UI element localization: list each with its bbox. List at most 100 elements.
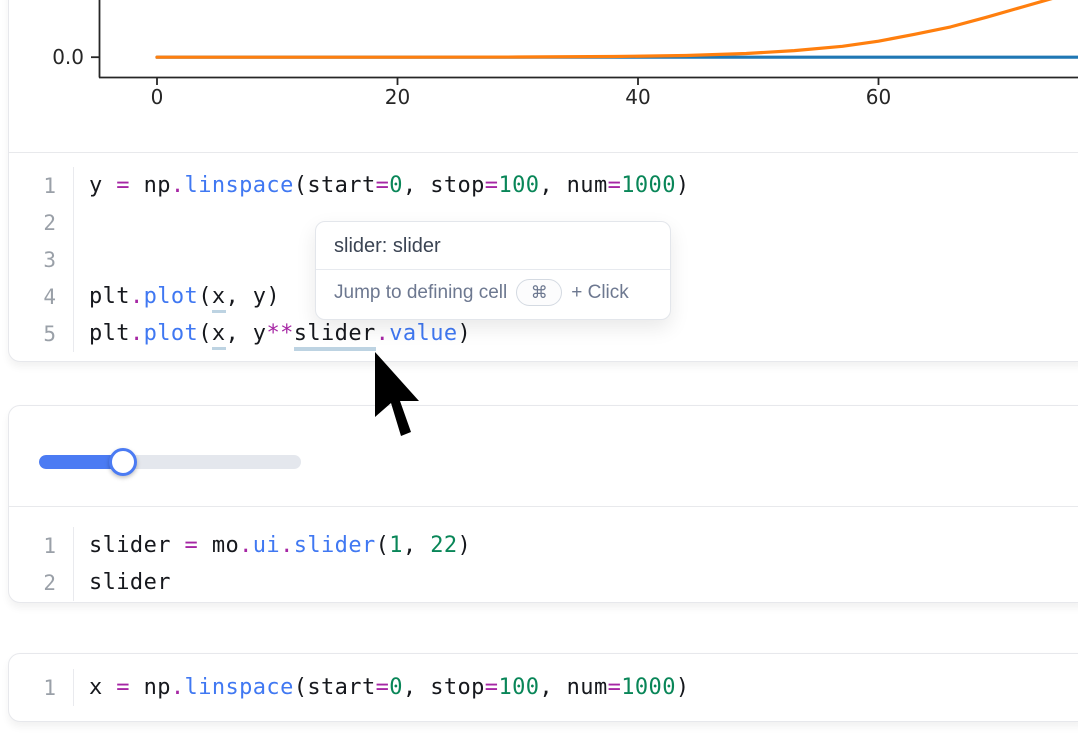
code-text[interactable]: x = np.linspace(start=0, stop=100, num=1… (74, 675, 690, 700)
code-token: = (116, 675, 130, 700)
line-number: 5 (9, 315, 74, 352)
slider-track[interactable] (39, 455, 301, 469)
code-token: np (130, 675, 171, 700)
code-line[interactable]: 2slider (9, 564, 1078, 601)
code-token: 1000 (621, 675, 676, 700)
code-token: ) (458, 321, 472, 346)
code-token: 100 (498, 675, 539, 700)
code-token: 1000 (621, 173, 676, 198)
code-token: (start (294, 173, 376, 198)
code-token: linspace (185, 173, 294, 198)
code-token: . (376, 321, 390, 346)
code-token: 0 (389, 173, 403, 198)
code-token: , stop (403, 675, 485, 700)
code-text[interactable]: plt.plot(x, y**slider.value) (74, 321, 471, 346)
code-token: (start (294, 675, 376, 700)
code-token: plt (89, 284, 130, 309)
line-number: 2 (9, 204, 74, 241)
code-line[interactable]: 1slider = mo.ui.slider(1, 22) (9, 527, 1078, 564)
x-tick-label: 60 (866, 85, 891, 109)
code-token: linspace (185, 675, 294, 700)
slider-handle[interactable] (109, 448, 137, 476)
code-token: , num (539, 173, 607, 198)
code-token: plt (89, 321, 130, 346)
tooltip-hint-text: Jump to defining cell (334, 282, 507, 304)
code-token: = (185, 533, 199, 558)
code-editor-x[interactable]: 1x = np.linspace(start=0, stop=100, num=… (9, 654, 1078, 721)
code-token: , num (539, 675, 607, 700)
code-token: = (608, 173, 622, 198)
slider-widget[interactable] (39, 448, 301, 476)
variable-reference-link[interactable]: x (212, 321, 226, 350)
code-token: . (171, 675, 185, 700)
line-number: 3 (9, 241, 74, 278)
variable-reference-link[interactable]: x (212, 284, 226, 313)
x-tick-label: 20 (385, 85, 410, 109)
code-line[interactable]: 5plt.plot(x, y**slider.value) (9, 315, 1078, 352)
code-token: = (376, 675, 390, 700)
code-token: ( (198, 284, 212, 309)
tooltip-title: slider: slider (334, 235, 441, 257)
code-token: 0 (389, 675, 403, 700)
code-text[interactable]: slider = mo.ui.slider(1, 22) (74, 533, 471, 558)
code-token: slider (89, 533, 185, 558)
plot-line (157, 0, 1071, 57)
code-token: , y) (226, 284, 281, 309)
code-token: , (403, 533, 430, 558)
code-token: , y (226, 321, 267, 346)
code-token: ) (676, 173, 690, 198)
code-token: . (130, 284, 144, 309)
code-token: ( (376, 533, 390, 558)
line-number: 2 (9, 564, 74, 601)
cell-slider: 1slider = mo.ui.slider(1, 22)2slider (8, 405, 1078, 603)
code-token: . (239, 533, 253, 558)
line-number: 1 (9, 527, 74, 564)
line-number: 4 (9, 278, 74, 315)
code-token: ) (458, 533, 472, 558)
code-token: = (116, 173, 130, 198)
line-number: 1 (9, 669, 74, 706)
code-line[interactable]: 1x = np.linspace(start=0, stop=100, num=… (9, 669, 1078, 706)
tooltip-hint-suffix: + Click (571, 282, 629, 304)
plot-output: 0.0 0 20 40 60 (9, 0, 1078, 152)
code-token: plot (144, 321, 199, 346)
code-token: slider (294, 533, 376, 558)
code-token: y (89, 173, 116, 198)
code-token: np (130, 173, 171, 198)
code-token: = (376, 173, 390, 198)
code-text[interactable]: plt.plot(x, y) (74, 284, 280, 309)
variable-tooltip: slider: slider Jump to defining cell ⌘ +… (315, 221, 671, 320)
y-tick-label: 0.0 (52, 45, 84, 69)
cell-x: 1x = np.linspace(start=0, stop=100, num=… (8, 653, 1078, 722)
code-editor-slider[interactable]: 1slider = mo.ui.slider(1, 22)2slider (9, 506, 1078, 609)
code-token: plot (144, 284, 199, 309)
code-token: 1 (389, 533, 403, 558)
code-token: ( (198, 321, 212, 346)
code-token: . (280, 533, 294, 558)
notebook-page: 0.00204060 1y = np.linspace(start=0, sto… (0, 0, 1078, 746)
code-token: ui (253, 533, 280, 558)
code-token: . (171, 173, 185, 198)
mouse-cursor-icon (374, 351, 422, 439)
code-token: = (608, 675, 622, 700)
code-token: 100 (498, 173, 539, 198)
slider-output (9, 406, 1078, 506)
code-token: , stop (403, 173, 485, 198)
command-key-icon: ⌘ (516, 279, 562, 306)
variable-reference-link[interactable]: slider (294, 321, 376, 351)
line-number: 1 (9, 167, 74, 204)
tooltip-hint-row: Jump to defining cell ⌘ + Click (316, 270, 670, 319)
code-token: mo (198, 533, 239, 558)
matplotlib-chart: 0.0 0 20 40 60 (9, 0, 1078, 152)
code-token: x (89, 675, 116, 700)
code-token: . (130, 321, 144, 346)
code-token: ) (676, 675, 690, 700)
code-token: = (485, 173, 499, 198)
code-text[interactable]: slider (74, 570, 171, 595)
x-tick-label: 40 (625, 85, 650, 109)
code-token: = (485, 675, 499, 700)
code-text[interactable]: y = np.linspace(start=0, stop=100, num=1… (74, 173, 690, 198)
code-line[interactable]: 1y = np.linspace(start=0, stop=100, num=… (9, 167, 1078, 204)
code-token: value (389, 321, 457, 346)
x-tick-label: 0 (151, 85, 164, 109)
